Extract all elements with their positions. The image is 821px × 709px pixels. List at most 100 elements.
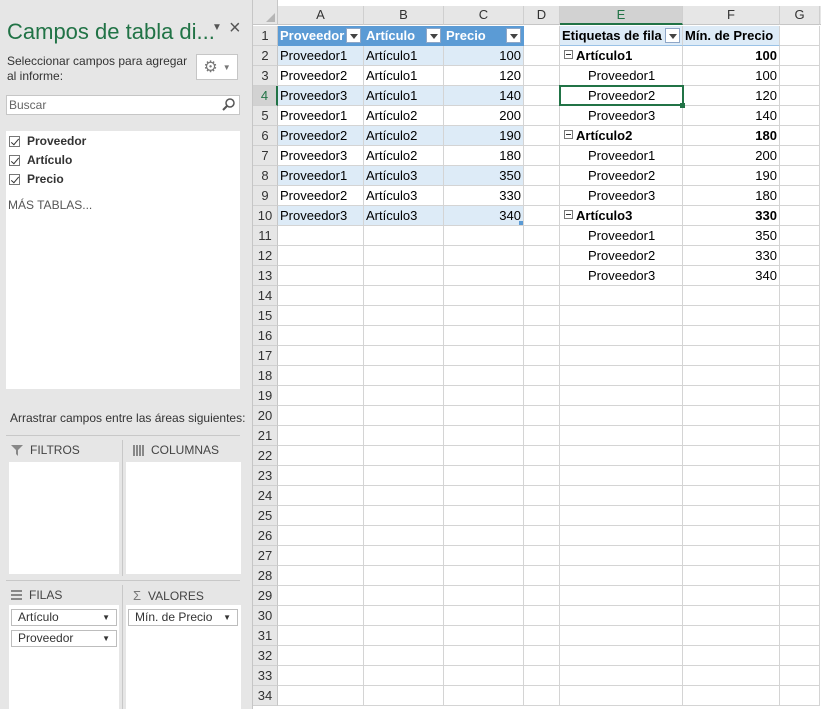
- table-cell[interactable]: 120: [444, 66, 524, 86]
- grid-cell[interactable]: [560, 566, 683, 586]
- chevron-down-icon[interactable]: ▼: [223, 610, 231, 625]
- grid-cell[interactable]: [444, 226, 524, 246]
- grid-cell[interactable]: [364, 246, 444, 266]
- table-cell[interactable]: Artículo2: [364, 106, 444, 126]
- grid-cell[interactable]: [444, 566, 524, 586]
- table-cell[interactable]: Artículo2: [364, 126, 444, 146]
- grid-cell[interactable]: [524, 186, 560, 206]
- column-header-d[interactable]: D: [524, 6, 560, 25]
- grid-cell[interactable]: [780, 506, 820, 526]
- grid-cell[interactable]: [444, 246, 524, 266]
- pivot-group-row[interactable]: Artículo2: [560, 126, 683, 146]
- grid-cell[interactable]: [444, 506, 524, 526]
- table-cell[interactable]: Artículo3: [364, 166, 444, 186]
- grid-cell[interactable]: [560, 406, 683, 426]
- select-all-button[interactable]: [253, 0, 278, 25]
- grid-cell[interactable]: [364, 226, 444, 246]
- more-tables-link[interactable]: MÁS TABLAS...: [8, 198, 92, 212]
- grid-cell[interactable]: [524, 146, 560, 166]
- grid-cell[interactable]: [780, 646, 820, 666]
- table-cell[interactable]: Artículo1: [364, 46, 444, 66]
- grid-cell[interactable]: [278, 506, 364, 526]
- row-header-3[interactable]: 3: [253, 66, 278, 86]
- grid-cell[interactable]: [364, 686, 444, 706]
- grid-cell[interactable]: [278, 306, 364, 326]
- grid-cell[interactable]: [524, 166, 560, 186]
- grid-cell[interactable]: [780, 526, 820, 546]
- grid-cell[interactable]: [560, 546, 683, 566]
- grid-cell[interactable]: [560, 346, 683, 366]
- grid-cell[interactable]: [364, 386, 444, 406]
- grid-cell[interactable]: [683, 606, 780, 626]
- grid-cell[interactable]: [524, 506, 560, 526]
- table-header-cell[interactable]: Precio: [444, 26, 524, 46]
- grid-cell[interactable]: [444, 486, 524, 506]
- grid-cell[interactable]: [444, 546, 524, 566]
- pivot-item-row[interactable]: Proveedor1: [560, 146, 683, 166]
- grid-cell[interactable]: [524, 486, 560, 506]
- table-cell[interactable]: Proveedor3: [278, 86, 364, 106]
- grid-cell[interactable]: [278, 426, 364, 446]
- grid-cell[interactable]: [560, 626, 683, 646]
- row-header-16[interactable]: 16: [253, 326, 278, 346]
- grid-cell[interactable]: [444, 606, 524, 626]
- grid-cell[interactable]: [444, 526, 524, 546]
- grid-cell[interactable]: [780, 686, 820, 706]
- row-header-17[interactable]: 17: [253, 346, 278, 366]
- grid-cell[interactable]: [683, 526, 780, 546]
- grid-cell[interactable]: [364, 646, 444, 666]
- grid-cell[interactable]: [683, 286, 780, 306]
- collapse-icon[interactable]: [564, 50, 573, 60]
- grid-cell[interactable]: [364, 346, 444, 366]
- grid-cell[interactable]: [560, 486, 683, 506]
- grid-cell[interactable]: [524, 326, 560, 346]
- filter-dropdown-icon[interactable]: [346, 28, 361, 43]
- chevron-down-icon[interactable]: ▼: [102, 610, 110, 625]
- grid-cell[interactable]: [683, 346, 780, 366]
- chevron-down-icon[interactable]: ▼: [102, 631, 110, 646]
- grid-cell[interactable]: [780, 426, 820, 446]
- row-header-23[interactable]: 23: [253, 466, 278, 486]
- grid-cell[interactable]: [364, 546, 444, 566]
- table-cell[interactable]: 330: [444, 186, 524, 206]
- grid-cell[interactable]: [524, 526, 560, 546]
- column-header-f[interactable]: F: [683, 6, 780, 25]
- filter-dropdown-icon[interactable]: [665, 28, 680, 43]
- grid-cell[interactable]: [364, 666, 444, 686]
- row-header-15[interactable]: 15: [253, 306, 278, 326]
- pivot-item-row[interactable]: Proveedor1: [560, 226, 683, 246]
- pivot-value-cell[interactable]: 100: [683, 66, 780, 86]
- pivot-value-cell[interactable]: 100: [683, 46, 780, 66]
- collapse-icon[interactable]: [564, 130, 573, 140]
- grid-cell[interactable]: [278, 406, 364, 426]
- table-cell[interactable]: Proveedor2: [278, 66, 364, 86]
- grid-cell[interactable]: [364, 406, 444, 426]
- grid-cell[interactable]: [780, 586, 820, 606]
- grid-cell[interactable]: [560, 426, 683, 446]
- search-icon[interactable]: [221, 97, 236, 112]
- grid-cell[interactable]: [780, 306, 820, 326]
- grid-cell[interactable]: [524, 426, 560, 446]
- grid-cell[interactable]: [278, 646, 364, 666]
- grid-cell[interactable]: [683, 426, 780, 446]
- grid-cell[interactable]: [444, 666, 524, 686]
- grid-cell[interactable]: [524, 566, 560, 586]
- table-cell[interactable]: 200: [444, 106, 524, 126]
- row-header-14[interactable]: 14: [253, 286, 278, 306]
- grid-cell[interactable]: [524, 406, 560, 426]
- grid-cell[interactable]: [364, 526, 444, 546]
- row-header-7[interactable]: 7: [253, 146, 278, 166]
- grid-cell[interactable]: [560, 666, 683, 686]
- grid-cell[interactable]: [364, 326, 444, 346]
- collapse-icon[interactable]: [564, 210, 573, 220]
- grid-cell[interactable]: [278, 586, 364, 606]
- grid-cell[interactable]: [364, 286, 444, 306]
- grid-cell[interactable]: [780, 606, 820, 626]
- grid-cell[interactable]: [364, 366, 444, 386]
- grid-cell[interactable]: [524, 466, 560, 486]
- row-header-27[interactable]: 27: [253, 546, 278, 566]
- grid-cell[interactable]: [278, 246, 364, 266]
- grid-cell[interactable]: [560, 306, 683, 326]
- grid-cell[interactable]: [444, 266, 524, 286]
- row-header-13[interactable]: 13: [253, 266, 278, 286]
